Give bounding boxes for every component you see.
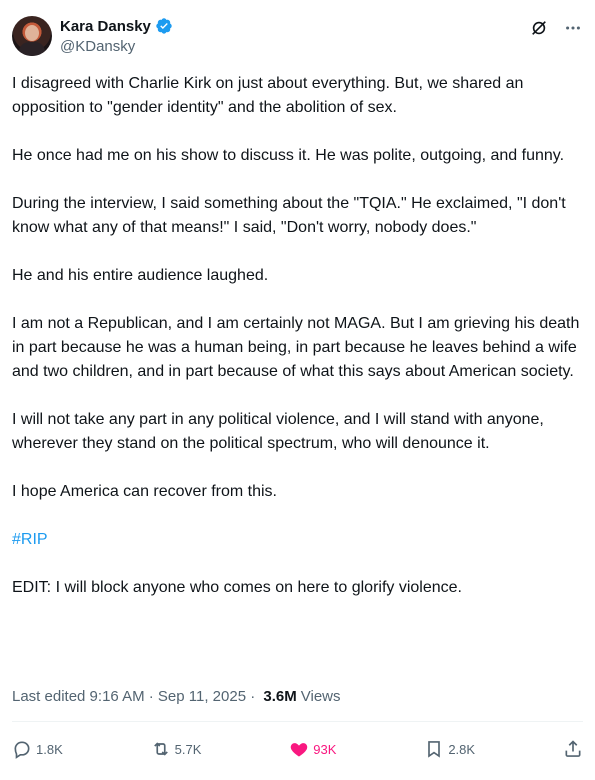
tweet-header: Kara Dansky @KDansky	[12, 14, 583, 58]
header-actions	[529, 18, 583, 38]
tweet-paragraph: I hope America can recover from this.	[12, 483, 277, 500]
reply-button[interactable]: 1.8K	[12, 739, 63, 759]
grok-icon[interactable]	[529, 18, 549, 38]
verified-badge-icon	[156, 18, 172, 34]
author-handle[interactable]: @KDansky	[60, 38, 135, 55]
edit-note: EDIT: I will block anyone who comes on h…	[12, 579, 462, 596]
tweet-paragraph: He and his entire audience laughed.	[12, 267, 269, 284]
repost-count: 5.7K	[174, 741, 202, 757]
reply-count: 1.8K	[36, 741, 63, 757]
reply-icon	[14, 741, 30, 759]
edited-timestamp[interactable]: Last edited 9:16 AM · Sep 11, 2025 ·	[12, 688, 259, 705]
views-count: 3.6M	[263, 688, 297, 705]
tweet-paragraph: During the interview, I said something a…	[12, 195, 566, 236]
tweet: Kara Dansky @KDansky I disagreed with Ch…	[0, 0, 595, 780]
divider	[12, 721, 583, 722]
tweet-paragraph: I disagreed with Charlie Kirk on just ab…	[12, 75, 524, 116]
tweet-paragraph: I will not take any part in any politica…	[12, 411, 544, 452]
author-name-row: Kara Dansky	[60, 17, 173, 35]
tweet-text: I disagreed with Charlie Kirk on just ab…	[12, 72, 584, 624]
repost-button[interactable]: 5.7K	[151, 739, 202, 759]
bookmark-button[interactable]: 2.8K	[424, 739, 475, 759]
tweet-paragraph: He once had me on his show to discuss it…	[12, 147, 565, 164]
tweet-paragraph: I am not a Republican, and I am certainl…	[12, 315, 580, 380]
repost-icon	[153, 742, 168, 756]
bookmark-icon	[428, 741, 441, 758]
heart-icon	[291, 743, 308, 757]
views-label: Views	[300, 688, 341, 705]
author-name[interactable]: Kara Dansky	[60, 18, 151, 35]
avatar[interactable]	[12, 16, 52, 56]
tweet-meta: Last edited 9:16 AM · Sep 11, 2025 · 3.6…	[12, 688, 341, 705]
more-icon[interactable]	[563, 18, 583, 38]
like-button[interactable]: 93K	[289, 739, 336, 759]
like-count: 93K	[313, 741, 337, 757]
action-bar: 1.8K 5.7K 93K 2.8K	[12, 734, 583, 764]
share-icon	[565, 740, 581, 757]
hashtag-link[interactable]: #RIP	[12, 528, 584, 552]
share-button[interactable]	[563, 739, 583, 759]
bookmark-count: 2.8K	[448, 741, 476, 757]
